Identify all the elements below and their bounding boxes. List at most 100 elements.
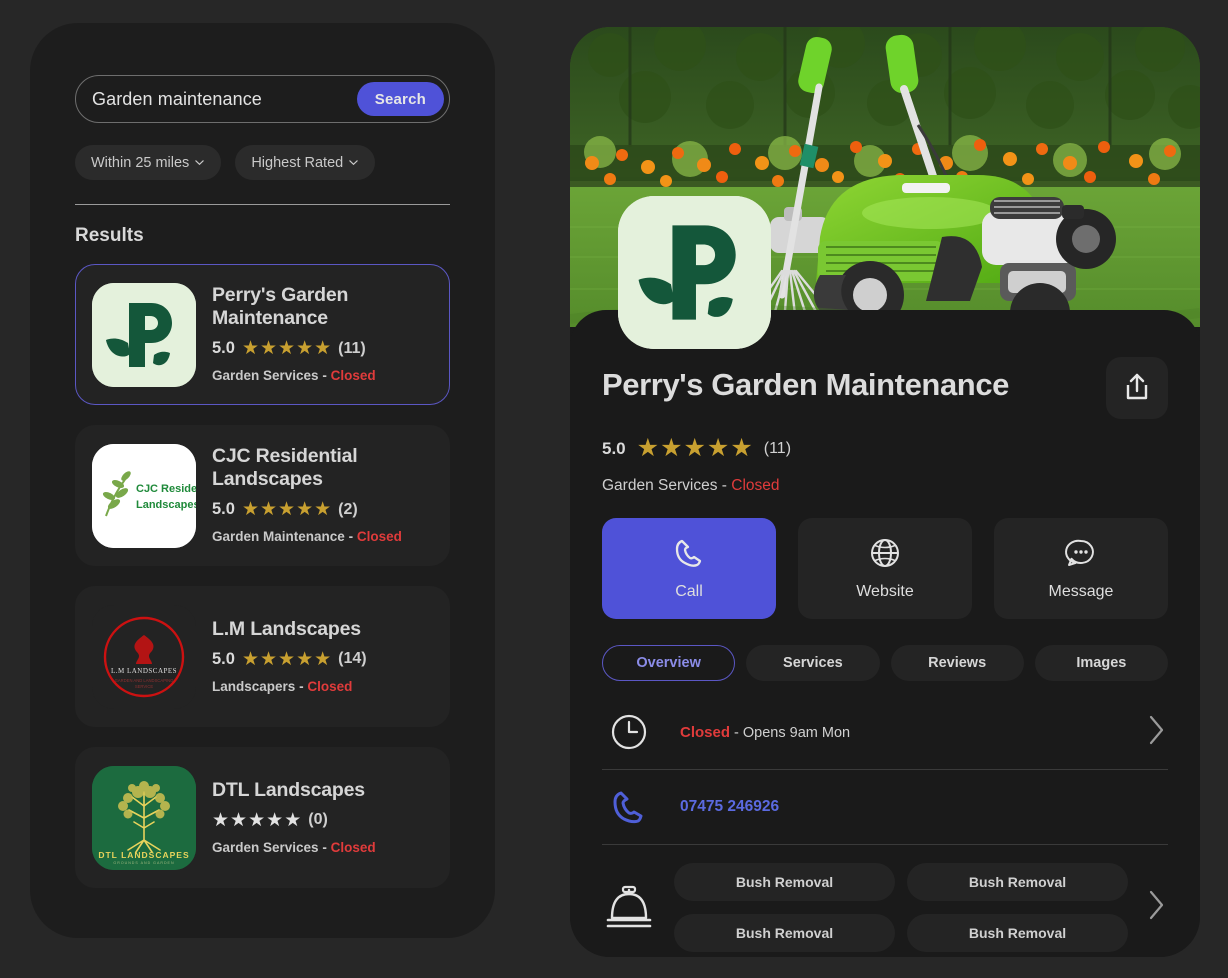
result-thumbnail: DTL LANDSCAPES GROUNDS AND GARDEN — [92, 765, 196, 870]
result-info: L.M Landscapes 5.0 ★ ★ ★ ★ ★ (14) Landscaper… — [212, 618, 433, 696]
phone-number[interactable]: 07475 246926 — [680, 798, 779, 815]
page-title: Perry's Garden Maintenance — [602, 367, 1010, 402]
phone-text: 07475 246926 — [680, 798, 1168, 816]
tab-images[interactable]: Images — [1034, 645, 1168, 681]
tab-services[interactable]: Services — [746, 645, 880, 681]
rating-stars: ★ ★ ★ ★ ★ — [212, 809, 302, 831]
phone-row[interactable]: 07475 246926 — [602, 770, 1168, 845]
hours-text: Closed - Opens 9am Mon — [680, 724, 1122, 741]
message-label: Message — [1048, 583, 1114, 600]
app-screen: Search Within 25 miles Highest Rated Res… — [0, 0, 1228, 978]
result-separator: - — [322, 368, 327, 383]
filter-distance[interactable]: Within 25 miles — [75, 145, 222, 180]
result-category: Landscapers — [212, 678, 296, 694]
clock-icon — [602, 712, 656, 752]
filter-row: Within 25 miles Highest Rated — [75, 145, 450, 180]
service-chip[interactable]: Bush Removal — [907, 863, 1128, 901]
result-card-cjc[interactable]: CJC Residential Landscapes CJC Residenti… — [75, 425, 450, 566]
chevron-right-icon[interactable] — [1146, 713, 1168, 752]
website-label: Website — [856, 583, 914, 600]
result-card-lm[interactable]: L.M LANDSCAPES GARDEN AND LANDSCAPING SE… — [75, 586, 450, 727]
services-grid: Bush Removal Bush Removal Bush Removal B… — [674, 863, 1128, 952]
service-chip[interactable]: Bush Removal — [907, 914, 1128, 952]
call-button[interactable]: Call — [602, 518, 776, 619]
result-name: Perry's Garden Maintenance — [212, 284, 349, 329]
result-separator: - — [299, 678, 304, 694]
result-review-count: (14) — [338, 650, 367, 667]
filter-distance-label: Within 25 miles — [91, 154, 190, 171]
message-icon — [1064, 536, 1098, 573]
filter-sort-label: Highest Rated — [251, 154, 344, 171]
result-name: CJC Residential Landscapes — [212, 445, 358, 490]
svg-text:GARDEN AND LANDSCAPING: GARDEN AND LANDSCAPING — [115, 678, 174, 683]
result-name: DTL Landscapes — [212, 778, 365, 801]
result-score: 5.0 — [212, 500, 235, 518]
search-input[interactable] — [92, 88, 357, 110]
rating-stars: ★ ★ ★ ★ ★ — [241, 648, 332, 670]
service-chip[interactable]: Bush Removal — [674, 914, 895, 952]
search-panel: Search Within 25 miles Highest Rated Res… — [30, 23, 495, 938]
result-card-dtl[interactable]: DTL LANDSCAPES GROUNDS AND GARDEN DTL La… — [75, 747, 450, 888]
globe-icon — [868, 536, 902, 573]
svg-text:GROUNDS AND GARDEN: GROUNDS AND GARDEN — [113, 861, 174, 865]
tab-reviews[interactable]: Reviews — [890, 645, 1024, 681]
detail-rating: 5.0 ★ ★ ★ ★ ★ (11) — [602, 436, 1168, 461]
action-buttons: Call Website Message — [602, 518, 1168, 619]
chevron-down-icon — [348, 156, 359, 167]
detail-score: 5.0 — [602, 438, 626, 458]
share-icon — [1124, 373, 1150, 404]
share-button[interactable] — [1106, 357, 1168, 419]
result-info: CJC Residential Landscapes 5.0 ★ ★ ★ ★ ★ (2)… — [212, 445, 433, 546]
result-info: Perry's Garden Maintenance 5.0 ★ ★ ★ ★ ★ (11… — [212, 284, 433, 385]
result-meta: Garden Services - Closed — [212, 840, 433, 855]
svg-text:CJC Residential: CJC Residential — [136, 483, 196, 495]
website-button[interactable]: Website — [798, 518, 972, 619]
lm-logo-icon: L.M LANDSCAPES GARDEN AND LANDSCAPING SE… — [92, 604, 196, 709]
call-label: Call — [675, 583, 703, 600]
result-meta: Garden Maintenance - Closed — [212, 529, 433, 544]
detail-status: Closed — [731, 477, 780, 494]
tab-overview[interactable]: Overview — [602, 645, 736, 681]
detail-meta: Garden Services - Closed — [602, 477, 1168, 495]
result-rating: ★ ★ ★ ★ ★ (0) — [212, 811, 433, 830]
detail-category: Garden Services — [602, 477, 718, 494]
service-chip[interactable]: Bush Removal — [674, 863, 895, 901]
result-card-perrys[interactable]: Perry's Garden Maintenance 5.0 ★ ★ ★ ★ ★ (11… — [75, 264, 450, 405]
result-separator: - — [348, 529, 354, 544]
chevron-down-icon — [194, 156, 205, 167]
result-status: Closed — [307, 678, 353, 694]
detail-separator: - — [721, 477, 727, 494]
result-rating: 5.0 ★ ★ ★ ★ ★ (2) — [212, 500, 433, 519]
result-meta: Landscapers - Closed — [212, 679, 433, 694]
results-heading: Results — [75, 225, 144, 246]
search-bar[interactable]: Search — [75, 75, 450, 123]
business-detail-panel: Perry's Garden Maintenance 5.0 ★★★★★ — [570, 27, 1200, 957]
result-thumbnail: L.M LANDSCAPES GARDEN AND LANDSCAPING SE… — [92, 604, 196, 709]
rating-stars: ★ ★ ★ ★ ★ — [241, 338, 332, 359]
search-button[interactable]: Search — [356, 82, 444, 116]
result-status: Closed — [356, 529, 402, 544]
svg-text:SERVICE: SERVICE — [135, 684, 154, 689]
result-name: L.M Landscapes — [212, 617, 361, 640]
result-separator: - — [322, 839, 327, 855]
cjc-logo-icon: CJC Residential Landscapes — [92, 443, 196, 548]
result-rating: 5.0 ★ ★ ★ ★ ★ (14) — [212, 650, 433, 669]
result-status: Closed — [330, 839, 376, 855]
result-status: Closed — [330, 368, 376, 383]
result-meta: Garden Services - Closed — [212, 368, 433, 383]
dtl-logo-icon: DTL LANDSCAPES GROUNDS AND GARDEN — [92, 765, 196, 870]
hours-detail: - Opens 9am Mon — [730, 724, 851, 741]
services-row: Bush Removal Bush Removal Bush Removal B… — [602, 845, 1168, 952]
service-bell-icon — [602, 884, 656, 932]
message-button[interactable]: Message — [994, 518, 1168, 619]
result-review-count: (0) — [308, 811, 328, 828]
chevron-right-icon[interactable] — [1146, 888, 1168, 927]
result-thumbnail: CJC Residential Landscapes — [92, 443, 196, 548]
filter-sort[interactable]: Highest Rated — [235, 145, 376, 180]
result-review-count: (2) — [338, 500, 358, 518]
hours-row[interactable]: Closed - Opens 9am Mon — [602, 695, 1168, 770]
business-logo — [618, 196, 771, 349]
results-list: Perry's Garden Maintenance 5.0 ★ ★ ★ ★ ★ (11… — [75, 264, 450, 888]
detail-sheet: Perry's Garden Maintenance 5.0 ★★★★★ — [570, 310, 1200, 957]
detail-tabs: Overview Services Reviews Images — [602, 645, 1168, 681]
